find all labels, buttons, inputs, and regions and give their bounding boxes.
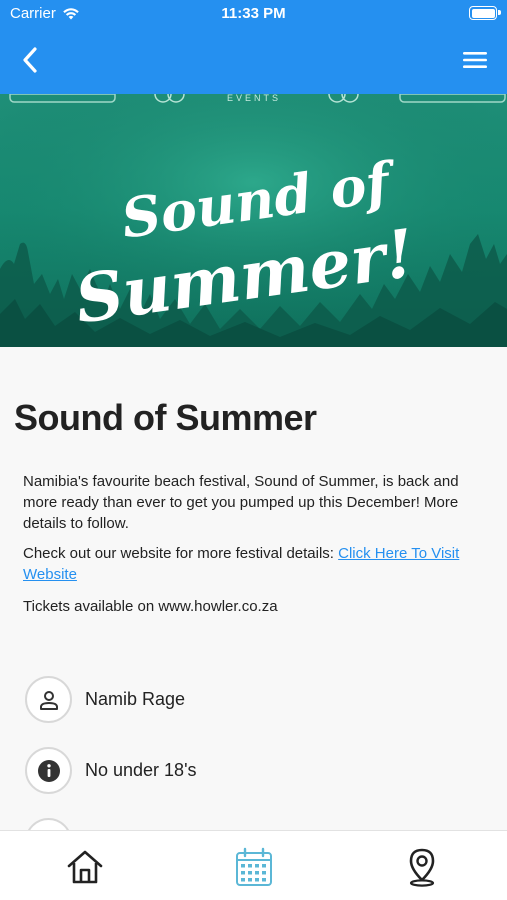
chevron-left-icon (23, 47, 37, 73)
website-prefix: Check out our website for more festival … (23, 545, 339, 562)
menu-button[interactable] (457, 42, 493, 78)
nav-bar (0, 28, 507, 94)
calendar-icon (236, 847, 272, 886)
info-row-age-restriction: No under 18's (25, 747, 197, 794)
info-row-organizer: Namib Rage (25, 676, 185, 723)
organizer-icon-circle (25, 676, 72, 723)
tab-bar (0, 830, 507, 900)
tickets-info: Tickets available on www.howler.co.za (23, 598, 278, 615)
info-row-partial (25, 818, 72, 830)
organizer-label: Namib Rage (85, 689, 186, 709)
battery-icon (469, 6, 501, 20)
event-description: Namibia's favourite beach festival, Soun… (23, 473, 459, 532)
status-time: 11:33 PM (221, 5, 286, 22)
tab-home[interactable] (63, 845, 107, 889)
age-restriction-label: No under 18's (85, 760, 197, 780)
home-icon (67, 850, 103, 884)
person-icon (39, 690, 58, 710)
tab-events[interactable] (232, 845, 276, 889)
hero-small-text: EVENTS (227, 94, 281, 103)
map-pin-icon (409, 848, 435, 887)
age-icon-circle (25, 747, 72, 794)
banner-artwork: EVENTS Sound of Summer! (0, 94, 507, 347)
info-icon (37, 759, 60, 782)
status-bar: Carrier 11:33 PM (0, 0, 507, 28)
hamburger-menu-icon (463, 52, 487, 68)
event-details: Sound of Summer Namibia's favourite beac… (0, 347, 507, 830)
website-paragraph: Check out our website for more festival … (23, 543, 493, 585)
tab-map[interactable] (400, 845, 444, 889)
event-banner-image: EVENTS Sound of Summer! (0, 94, 507, 347)
back-button[interactable] (12, 42, 48, 78)
event-title: Sound of Summer (14, 397, 317, 438)
